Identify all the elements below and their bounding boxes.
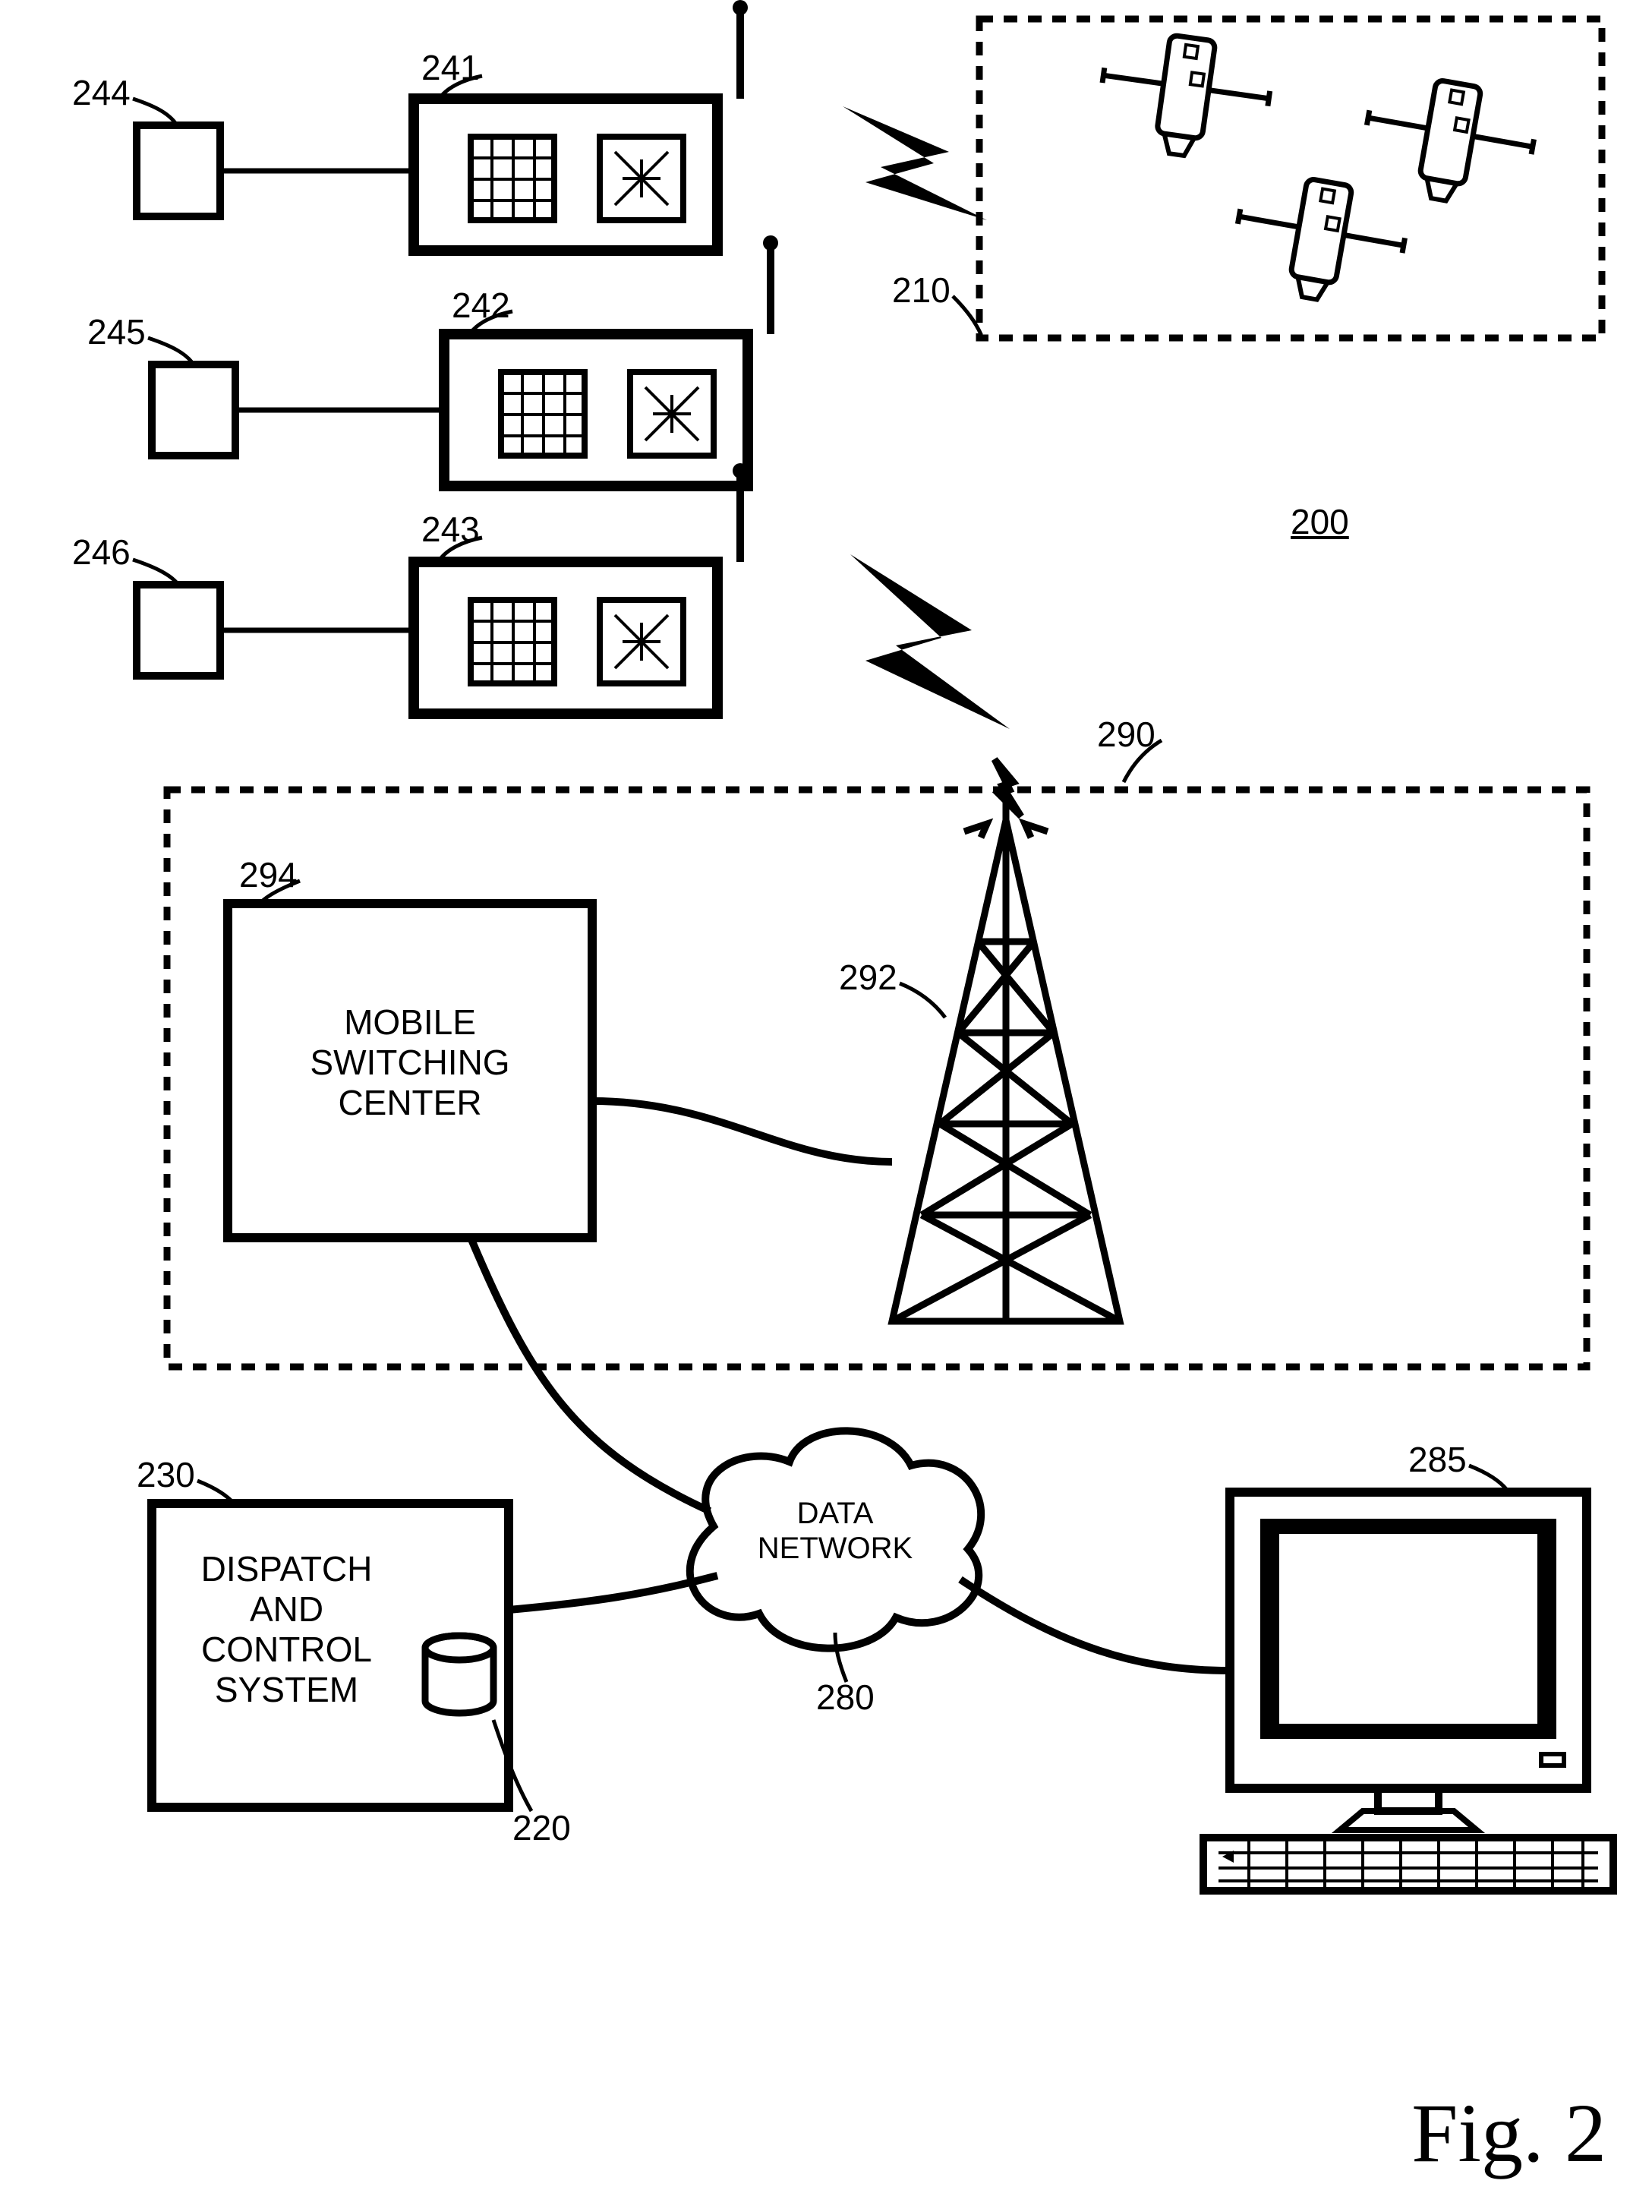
ref-285: 285 — [1408, 1439, 1467, 1480]
data-network-label: DATA NETWORK — [736, 1496, 934, 1566]
ref-245: 245 — [87, 311, 146, 352]
ref-210: 210 — [892, 270, 951, 311]
msc-label: MOBILE SWITCHING CENTER — [228, 1002, 592, 1123]
ref-244: 244 — [72, 72, 131, 113]
ref-243: 243 — [421, 509, 480, 550]
ref-242: 242 — [452, 285, 510, 326]
ref-246: 246 — [72, 532, 131, 573]
ref-230: 230 — [137, 1454, 195, 1495]
dispatch-label: DISPATCH AND CONTROL SYSTEM — [152, 1549, 421, 1710]
ref-280: 280 — [816, 1677, 875, 1718]
ref-241: 241 — [421, 47, 480, 88]
ref-292: 292 — [839, 957, 897, 998]
ref-290: 290 — [1097, 714, 1155, 755]
ref-220: 220 — [512, 1807, 571, 1848]
ref-200: 200 — [1291, 501, 1349, 542]
ref-294: 294 — [239, 854, 298, 895]
figure-caption: Fig. 2 — [1411, 2085, 1606, 2182]
